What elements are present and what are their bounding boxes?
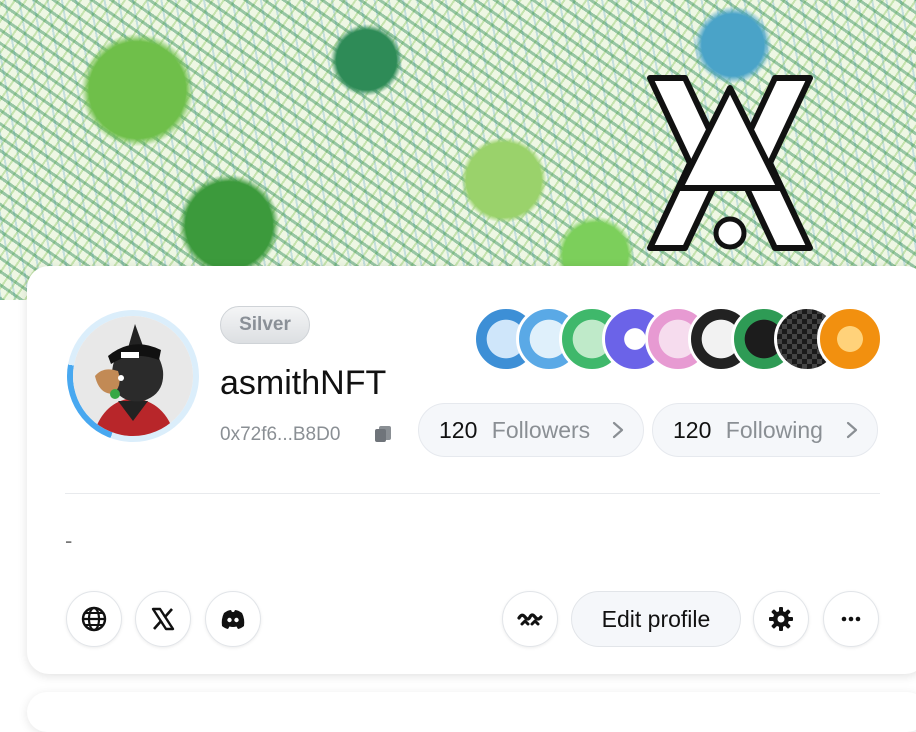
globe-icon	[81, 606, 107, 632]
following-count: 120	[673, 417, 712, 443]
following-label: Following	[725, 417, 823, 443]
dog-avatar-icon	[73, 316, 193, 436]
more-dots-icon	[841, 616, 861, 622]
divider	[65, 493, 880, 494]
followers-count: 120	[439, 417, 478, 443]
banner-logo-icon	[647, 75, 813, 251]
bitcoin-badge[interactable]	[817, 306, 883, 372]
nft-badge-row	[473, 306, 883, 376]
bio-text: -	[65, 528, 73, 553]
more-options-button[interactable]	[823, 591, 879, 647]
profile-card: Silver asmithNFT 0x72f6...B8D0 120 Follo…	[27, 266, 916, 674]
x-logo-icon	[151, 607, 175, 631]
chevron-right-icon	[612, 421, 624, 439]
website-button[interactable]	[66, 591, 122, 647]
avatar-ring	[67, 310, 199, 442]
followers-label: Followers	[491, 417, 591, 443]
chevron-right-icon	[846, 421, 858, 439]
copy-icon[interactable]	[374, 425, 392, 443]
discord-button[interactable]	[205, 591, 261, 647]
profile-banner	[0, 0, 916, 300]
followers-button[interactable]: 120 Followers	[418, 403, 644, 457]
tier-badge: Silver	[220, 306, 310, 344]
settings-button[interactable]	[753, 591, 809, 647]
wallet-connect-button[interactable]	[502, 591, 558, 647]
x-profile-button[interactable]	[135, 591, 191, 647]
following-button[interactable]: 120 Following	[652, 403, 878, 457]
avatar[interactable]	[73, 316, 193, 436]
wave-icon	[517, 613, 543, 626]
next-section-card	[27, 692, 916, 732]
wallet-address: 0x72f6...B8D0	[220, 424, 341, 445]
gear-icon	[769, 607, 793, 631]
discord-icon	[221, 610, 245, 629]
edit-profile-button[interactable]: Edit profile	[571, 591, 741, 647]
username: asmithNFT	[220, 364, 387, 402]
